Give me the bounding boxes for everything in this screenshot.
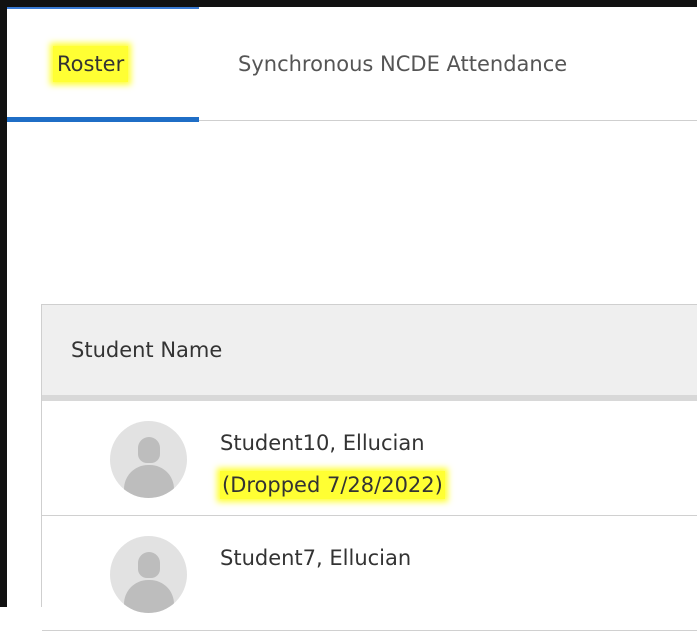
tab-synchronous-ncde-attendance[interactable]: Synchronous NCDE Attendance <box>238 7 567 120</box>
roster-table: Student Name Student10, Ellucian (Droppe… <box>41 304 697 631</box>
tab-roster[interactable]: Roster <box>7 7 199 122</box>
column-header-student-name[interactable]: Student Name <box>42 305 697 401</box>
active-tab-topline <box>7 7 199 9</box>
table-row[interactable]: Student10, Ellucian (Dropped 7/28/2022) <box>42 401 697 516</box>
table-row[interactable]: Student7, Ellucian <box>42 516 697 631</box>
tab-sync-label: Synchronous NCDE Attendance <box>238 51 568 76</box>
dropped-status: (Dropped 7/28/2022) <box>220 471 445 499</box>
person-icon <box>138 437 160 463</box>
column-header-label: Student Name <box>71 338 223 362</box>
avatar <box>110 536 187 613</box>
student-name[interactable]: Student10, Ellucian <box>220 431 425 455</box>
student-name[interactable]: Student7, Ellucian <box>220 546 411 570</box>
active-tab-indicator <box>7 117 199 122</box>
tab-roster-label: Roster <box>53 45 129 82</box>
avatar <box>110 421 187 498</box>
tab-bar: Roster Synchronous NCDE Attendance <box>7 7 697 122</box>
person-icon <box>138 552 160 578</box>
